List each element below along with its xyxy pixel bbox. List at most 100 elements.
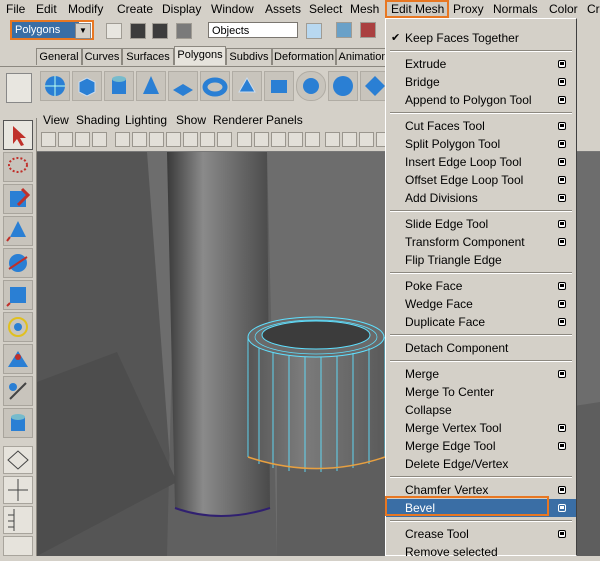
open-scene-icon[interactable] bbox=[130, 23, 146, 39]
menu-color[interactable]: Color bbox=[549, 2, 578, 16]
tab-curves[interactable]: Curves bbox=[82, 48, 122, 65]
poly-cone-icon[interactable] bbox=[136, 71, 166, 101]
menu-display[interactable]: Display bbox=[162, 2, 201, 16]
option-box-icon[interactable] bbox=[558, 442, 566, 450]
menu-item-split-polygon-tool[interactable]: Split Polygon Tool bbox=[386, 135, 576, 153]
select-tool-icon[interactable] bbox=[3, 120, 33, 150]
menu-item-keep-faces-together[interactable]: ✔ Keep Faces Together bbox=[386, 29, 576, 47]
persp-outliner-layout-icon[interactable] bbox=[3, 506, 33, 534]
menu-item-merge[interactable]: Merge bbox=[386, 365, 576, 383]
menu-item-flip-triangle-edge[interactable]: Flip Triangle Edge bbox=[386, 251, 576, 269]
panel-menu-shading[interactable]: Shading bbox=[76, 113, 120, 127]
poly-helix-icon[interactable] bbox=[296, 71, 326, 101]
option-box-icon[interactable] bbox=[558, 318, 566, 326]
menu-edit[interactable]: Edit bbox=[36, 2, 57, 16]
menu-item-merge-vertex-tool[interactable]: Merge Vertex Tool bbox=[386, 419, 576, 437]
image-plane-icon[interactable] bbox=[92, 132, 107, 147]
poly-prism-icon[interactable] bbox=[232, 71, 262, 101]
menu-item-delete-edge-vertex[interactable]: Delete Edge/Vertex bbox=[386, 455, 576, 473]
menu-item-wedge-face[interactable]: Wedge Face bbox=[386, 295, 576, 313]
wireframe-icon[interactable] bbox=[237, 132, 252, 147]
tab-animation[interactable]: Animation bbox=[336, 48, 390, 65]
shelf-menu-icon[interactable] bbox=[6, 73, 32, 103]
bookmarks-icon[interactable] bbox=[75, 132, 90, 147]
persp-graph-layout-icon[interactable] bbox=[3, 536, 33, 556]
menu-item-bridge[interactable]: Bridge bbox=[386, 73, 576, 91]
panel-menu-lighting[interactable]: Lighting bbox=[125, 113, 167, 127]
objects-input[interactable]: Objects bbox=[208, 22, 298, 38]
option-box-icon[interactable] bbox=[558, 140, 566, 148]
option-box-icon[interactable] bbox=[558, 176, 566, 184]
menu-item-transform-component[interactable]: Transform Component bbox=[386, 233, 576, 251]
poly-torus-icon[interactable] bbox=[200, 71, 230, 101]
option-box-icon[interactable] bbox=[558, 282, 566, 290]
menu-item-cut-faces-tool[interactable]: Cut Faces Tool bbox=[386, 117, 576, 135]
menu-select[interactable]: Select bbox=[309, 2, 342, 16]
rotate-tool-icon[interactable] bbox=[3, 248, 33, 278]
paint-select-tool-icon[interactable] bbox=[3, 184, 33, 214]
tab-subdivs[interactable]: Subdivs bbox=[226, 48, 272, 65]
panel-menu-view[interactable]: View bbox=[43, 113, 69, 127]
menu-item-offset-edge-loop-tool[interactable]: Offset Edge Loop Tool bbox=[386, 171, 576, 189]
xray-joints-icon[interactable] bbox=[359, 132, 374, 147]
option-box-icon[interactable] bbox=[558, 158, 566, 166]
option-box-icon[interactable] bbox=[558, 370, 566, 378]
menu-item-insert-edge-loop-tool[interactable]: Insert Edge Loop Tool bbox=[386, 153, 576, 171]
field-chart-icon[interactable] bbox=[183, 132, 198, 147]
four-view-layout-icon[interactable] bbox=[3, 476, 33, 504]
select-camera-icon[interactable] bbox=[41, 132, 56, 147]
menu-edit-mesh[interactable]: Edit Mesh bbox=[391, 2, 444, 16]
menu-item-detach-component[interactable]: Detach Component bbox=[386, 339, 576, 357]
panel-menu-renderer[interactable]: Renderer bbox=[213, 113, 263, 127]
camera-attributes-icon[interactable] bbox=[58, 132, 73, 147]
component-mode-icon[interactable] bbox=[306, 23, 322, 39]
option-box-icon[interactable] bbox=[558, 78, 566, 86]
option-box-icon[interactable] bbox=[558, 238, 566, 246]
poly-cylinder-icon[interactable] bbox=[104, 71, 134, 101]
menu-item-remove-selected[interactable]: Remove selected bbox=[386, 543, 576, 561]
xray-icon[interactable] bbox=[342, 132, 357, 147]
menu-create-truncated[interactable]: Cr bbox=[587, 2, 600, 16]
snap-icon[interactable] bbox=[336, 22, 352, 38]
tab-general[interactable]: General bbox=[36, 48, 82, 65]
menu-window[interactable]: Window bbox=[211, 2, 254, 16]
menu-set-dropdown[interactable]: Polygons ▼ bbox=[10, 20, 94, 40]
menu-assets[interactable]: Assets bbox=[265, 2, 301, 16]
smooth-shade-icon[interactable] bbox=[254, 132, 269, 147]
menu-item-collapse[interactable]: Collapse bbox=[386, 401, 576, 419]
use-all-lights-icon[interactable] bbox=[305, 132, 320, 147]
scale-tool-icon[interactable] bbox=[3, 280, 33, 310]
tab-surfaces[interactable]: Surfaces bbox=[122, 48, 174, 65]
menu-item-merge-to-center[interactable]: Merge To Center bbox=[386, 383, 576, 401]
save-scene-icon[interactable] bbox=[152, 23, 168, 39]
option-box-icon[interactable] bbox=[558, 530, 566, 538]
render-icon[interactable] bbox=[360, 22, 376, 38]
menu-modify[interactable]: Modify bbox=[68, 2, 103, 16]
resolution-gate-icon[interactable] bbox=[149, 132, 164, 147]
option-box-icon[interactable] bbox=[558, 504, 566, 512]
gate-mask-icon[interactable] bbox=[166, 132, 181, 147]
last-tool-cylinder-icon[interactable] bbox=[3, 408, 33, 438]
poly-plane-icon[interactable] bbox=[168, 71, 198, 101]
menu-item-merge-edge-tool[interactable]: Merge Edge Tool bbox=[386, 437, 576, 455]
menu-item-extrude[interactable]: Extrude bbox=[386, 55, 576, 73]
universal-manipulator-icon[interactable] bbox=[3, 312, 33, 342]
tab-polygons[interactable]: Polygons bbox=[174, 46, 226, 65]
film-gate-icon[interactable] bbox=[132, 132, 147, 147]
option-box-icon[interactable] bbox=[558, 122, 566, 130]
panel-menu-panels[interactable]: Panels bbox=[266, 113, 303, 127]
menu-mesh[interactable]: Mesh bbox=[350, 2, 379, 16]
selection-mask-icon[interactable] bbox=[176, 23, 192, 39]
menu-item-slide-edge-tool[interactable]: Slide Edge Tool bbox=[386, 215, 576, 233]
menu-create[interactable]: Create bbox=[117, 2, 153, 16]
option-box-icon[interactable] bbox=[558, 194, 566, 202]
lasso-tool-icon[interactable] bbox=[3, 152, 33, 182]
poly-soccer-icon[interactable] bbox=[328, 71, 358, 101]
menu-item-append-to-polygon-tool[interactable]: Append to Polygon Tool bbox=[386, 91, 576, 109]
safe-action-icon[interactable] bbox=[200, 132, 215, 147]
shadows-icon[interactable] bbox=[325, 132, 340, 147]
poly-cube-icon[interactable] bbox=[72, 71, 102, 101]
grid-icon[interactable] bbox=[115, 132, 130, 147]
soft-mod-tool-icon[interactable] bbox=[3, 344, 33, 374]
poly-sphere-icon[interactable] bbox=[40, 71, 70, 101]
